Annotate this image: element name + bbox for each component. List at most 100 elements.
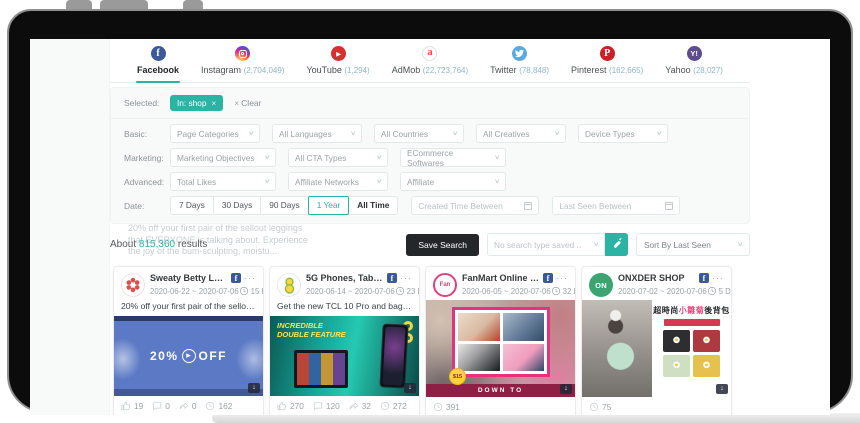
card-header: ON ONXDER SHOP f ··· 2020-07-02 ~ 2020-0… (582, 267, 731, 300)
save-ad-icon[interactable]: ↓ (404, 383, 416, 393)
ad-date-range: 2020-07-02 ~ 2020-07-06 (618, 287, 707, 296)
ad-creative-backpack[interactable]: 超時尚小雛菊後背包 ↓ (582, 300, 731, 397)
chevron-down-icon: ∨ (553, 130, 560, 137)
save-ad-icon[interactable]: ↓ (560, 384, 572, 394)
advertiser-name[interactable]: FanMart Online Shopping - F... (462, 273, 540, 283)
date-range-7-days[interactable]: 7 Days (170, 196, 214, 215)
clock-icon (589, 402, 599, 412)
chevron-down-icon: ∨ (375, 154, 382, 161)
ad-creative-ee[interactable]: INCREDIBLE DOUBLE FEATURE ↓ (270, 316, 419, 396)
clock-icon (205, 401, 215, 411)
edit-saved-search-button[interactable] (605, 233, 628, 256)
date-input-created-time-between[interactable]: Created Time Between (411, 196, 539, 215)
ad-card[interactable]: 5G Phones, Tablets & SIMs | ... f ··· 20… (269, 266, 420, 415)
daisy-title: 超時尚小雛菊後背包 (652, 305, 731, 316)
advertiser-avatar: Fan (433, 273, 457, 297)
phone-image (379, 323, 408, 388)
ad-creative-shoes[interactable]: DOWN TO $15 ↓ (426, 300, 575, 397)
clock-icon (395, 286, 405, 296)
date-range-1-year[interactable]: 1 Year (308, 196, 350, 215)
ad-card[interactable]: ON ONXDER SHOP f ··· 2020-07-02 ~ 2020-0… (581, 266, 732, 415)
tab-count: (1,294) (344, 66, 369, 75)
tab-yahoo[interactable]: Y! Yahoo (28,027) (662, 45, 726, 83)
date-range-30-days[interactable]: 30 Days (213, 196, 261, 215)
date-input-last-seen-between[interactable]: Last Seen Between (552, 196, 680, 215)
tab-facebook[interactable]: f Facebook (134, 45, 182, 83)
filter-dropdown-ecommerce-softwares[interactable]: ECommerce Softwares∨ (400, 148, 506, 167)
tab-count: (28,027) (693, 66, 723, 75)
stat-clock: 162 (205, 401, 232, 411)
saved-search-select[interactable]: No search type saved .. ∨ (487, 233, 628, 256)
card-title-row: 5G Phones, Tablets & SIMs | ... f ··· (306, 273, 412, 283)
ad-duration: 5 Days (707, 286, 732, 296)
sort-select[interactable]: Sort By Last Seen ∨ (636, 233, 750, 256)
date-inputs: Created Time Between Last Seen Between (398, 196, 680, 215)
screen: f Facebook Instagram (2,704,049) ▶ YouTu… (30, 39, 830, 415)
date-range-90-days[interactable]: 90 Days (260, 196, 308, 215)
tab-count: (78,848) (519, 66, 549, 75)
stat-value: 32 (362, 401, 371, 411)
card-header-main: 5G Phones, Tablets & SIMs | ... f ··· 20… (306, 273, 412, 296)
advertiser-name[interactable]: 5G Phones, Tablets & SIMs | ... (306, 273, 384, 283)
play-button-icon[interactable]: ▶ (182, 349, 196, 363)
filter-dropdown-affiliate-networks[interactable]: Affiliate Networks∨ (288, 172, 388, 191)
clear-filters-link[interactable]: ×Clear (234, 98, 261, 108)
instagram-icon (235, 46, 250, 61)
ad-stats-row: 1900162 (114, 396, 263, 415)
more-menu-icon[interactable]: ··· (400, 276, 412, 281)
more-menu-icon[interactable]: ··· (712, 276, 724, 281)
results-suffix: results (178, 239, 207, 250)
creative-headline: INCREDIBLE DOUBLE FEATURE (277, 322, 353, 339)
filter-dropdown-all-cta-types[interactable]: All CTA Types∨ (288, 148, 388, 167)
filter-dropdown-all-languages[interactable]: All Languages∨ (272, 124, 362, 143)
down-to-bar: DOWN TO (426, 384, 575, 397)
comment-icon (313, 401, 323, 411)
advertiser-name[interactable]: ONXDER SHOP (618, 273, 696, 283)
dropdown-value: All Languages (279, 129, 332, 139)
filter-dropdown-page-categories[interactable]: Page Categories∨ (170, 124, 260, 143)
tab-youtube[interactable]: ▶ YouTube (1,294) (303, 45, 372, 83)
saved-search-box[interactable]: No search type saved .. ∨ (487, 233, 605, 256)
filter-dropdown-affiliate[interactable]: Affiliate∨ (400, 172, 506, 191)
selected-chip[interactable]: In: shop × (170, 95, 223, 111)
twitter-bird (515, 49, 524, 58)
more-menu-icon[interactable]: ··· (556, 276, 568, 281)
ad-card[interactable]: Fan FanMart Online Shopping - F... f ···… (425, 266, 576, 415)
advertiser-name[interactable]: Sweaty Betty London | Wom... (150, 273, 228, 283)
date-range-all-time[interactable]: All Time (348, 196, 398, 215)
ad-creative-video[interactable]: 20% ▶ OFF ↓ (114, 316, 263, 396)
like-icon (121, 401, 131, 411)
stat-like: 270 (277, 401, 304, 411)
clock-icon (551, 286, 561, 296)
save-ad-icon[interactable]: ↓ (248, 383, 260, 393)
tab-label: Twitter (78,848) (490, 65, 549, 75)
stat-value: 120 (326, 401, 340, 411)
calendar-icon (524, 202, 532, 210)
stat-value: 0 (165, 401, 170, 411)
facebook-icon: f (151, 46, 166, 61)
tab-twitter[interactable]: Twitter (78,848) (487, 45, 552, 83)
stat-value: 391 (446, 402, 460, 412)
date-placeholder: Last Seen Between (559, 201, 631, 211)
pinterest-p: P (604, 48, 610, 59)
tab-pinterest[interactable]: P Pinterest (162,665) (568, 45, 646, 83)
facebook-badge-icon: f (231, 273, 241, 283)
more-menu-icon[interactable]: ··· (244, 276, 256, 281)
results-count-text: About 815,360 results (110, 239, 207, 250)
filter-dropdown-marketing-objectives[interactable]: Marketing Objectives∨ (170, 148, 276, 167)
filter-dropdown-device-types[interactable]: Device Types∨ (578, 124, 668, 143)
stat-clock: 75 (589, 402, 611, 412)
save-search-button[interactable]: Save Search (406, 234, 479, 256)
filter-dropdown-total-likes[interactable]: Total Likes∨ (170, 172, 276, 191)
stat-clock: 391 (433, 402, 460, 412)
filter-row-label: Marketing: (124, 153, 170, 163)
tab-instagram[interactable]: Instagram (2,704,049) (198, 45, 287, 83)
filter-dropdown-all-countries[interactable]: All Countries∨ (374, 124, 464, 143)
filter-dropdown-all-creatives[interactable]: All Creatives∨ (476, 124, 566, 143)
ad-card[interactable]: Sweaty Betty London | Wom... f ··· 2020-… (113, 266, 264, 415)
save-ad-icon[interactable]: ↓ (716, 384, 728, 394)
fanmart-logo-icon: Fan (440, 282, 451, 288)
chip-close-icon[interactable]: × (212, 99, 217, 108)
chevron-down-icon: ∨ (493, 154, 500, 161)
tab-admob[interactable]: a AdMob (22,723,764) (389, 45, 471, 83)
